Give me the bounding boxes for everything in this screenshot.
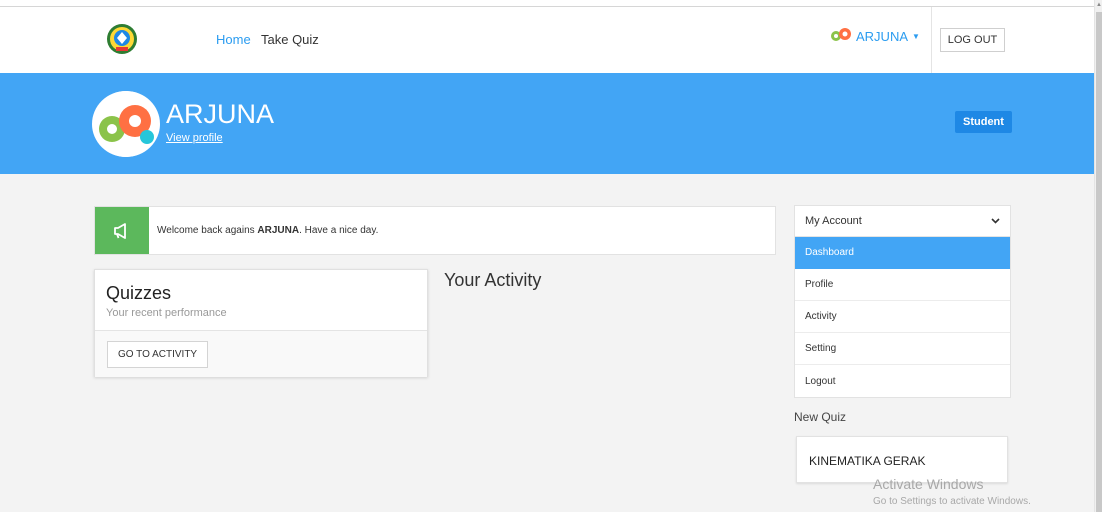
profile-banner: ARJUNA View profile Student xyxy=(0,73,1094,174)
nav-take-quiz-link[interactable]: Take Quiz xyxy=(261,32,319,47)
sidebar-item-activity[interactable]: Activity xyxy=(795,301,1010,333)
welcome-prefix: Welcome back agains xyxy=(157,225,258,236)
watermark-title: Activate Windows xyxy=(873,476,984,492)
welcome-user-name: ARJUNA xyxy=(257,225,300,236)
watermark-subtitle: Go to Settings to activate Windows. xyxy=(873,496,1031,507)
megaphone-icon xyxy=(95,207,149,254)
my-account-label: My Account xyxy=(805,215,862,227)
sidebar-item-label: Dashboard xyxy=(805,247,854,258)
chevron-down-icon xyxy=(991,215,1000,227)
nav-home-link[interactable]: Home xyxy=(216,32,251,47)
user-menu-label: ARJUNA xyxy=(856,29,909,44)
profile-name: ARJUNA xyxy=(166,99,275,129)
gears-icon xyxy=(830,27,852,46)
sidebar-item-label: Profile xyxy=(805,279,834,290)
caret-down-icon: ▼ xyxy=(912,32,920,41)
welcome-suffix: . Have a nice day. xyxy=(299,225,379,236)
scroll-up-arrow-icon[interactable]: ▲ xyxy=(1096,2,1102,8)
school-crest-icon[interactable] xyxy=(106,23,138,55)
sidebar-item-label: Activity xyxy=(805,311,837,322)
user-menu-dropdown[interactable]: ARJUNA ▼ xyxy=(830,27,920,46)
quizzes-card: Quizzes Your recent performance GO TO AC… xyxy=(94,269,428,377)
sidebar-item-label: Setting xyxy=(805,343,837,354)
sidebar-item-logout[interactable]: Logout xyxy=(795,365,1010,397)
new-quiz-heading: New Quiz xyxy=(794,410,847,424)
scrollbar-thumb[interactable] xyxy=(1096,12,1102,512)
sidebar-item-label: Logout xyxy=(805,375,836,387)
go-to-activity-button[interactable]: GO TO ACTIVITY xyxy=(107,341,209,368)
role-badge: Student xyxy=(955,111,1012,133)
quizzes-title: Quizzes xyxy=(106,283,172,303)
activity-heading: Your Activity xyxy=(444,270,542,290)
gears-avatar-icon[interactable] xyxy=(92,91,160,157)
top-border xyxy=(0,0,1094,7)
logout-button[interactable]: LOG OUT xyxy=(939,28,1006,52)
welcome-message: Welcome back agains ARJUNA. Have a nice … xyxy=(157,225,378,236)
sidebar-item-dashboard[interactable]: Dashboard xyxy=(795,237,1010,269)
top-navbar: Home Take Quiz ARJUNA ▼ LOG OUT xyxy=(0,7,1094,73)
new-quiz-item-label: KINEMATIKA GERAK xyxy=(809,454,926,468)
sidebar-item-setting[interactable]: Setting xyxy=(795,333,1010,365)
quizzes-card-footer: GO TO ACTIVITY xyxy=(95,330,427,377)
sidebar-item-profile[interactable]: Profile xyxy=(795,269,1010,301)
welcome-alert: Welcome back agains ARJUNA. Have a nice … xyxy=(94,206,776,255)
windows-activation-watermark: Activate Windows Go to Settings to activ… xyxy=(873,476,1031,507)
view-profile-link[interactable]: View profile xyxy=(166,132,223,144)
quizzes-subtitle: Your recent performance xyxy=(106,307,227,319)
my-account-toggle[interactable]: My Account xyxy=(795,206,1010,237)
account-side-menu: My Account Dashboard Profile Activity Se… xyxy=(794,205,1011,398)
page-scrollbar[interactable]: ▲ xyxy=(1094,0,1102,512)
logout-cell: LOG OUT xyxy=(931,7,1013,73)
